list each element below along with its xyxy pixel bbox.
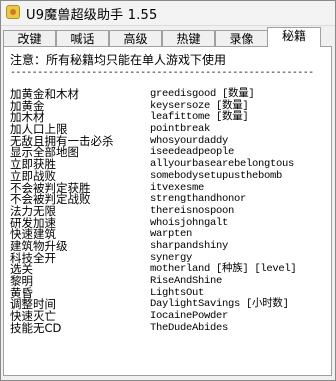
cheat-list: 加黄金和木材 greedisgood [数量] 加黄金 keysersoze [数量… xyxy=(4,88,331,335)
notice-text: 注意：所有秘籍均只能在单人游戏下使用 xyxy=(10,53,227,67)
tab-remap-keys[interactable]: 改键 xyxy=(3,30,56,46)
tab-hotkeys[interactable]: 热键 xyxy=(162,30,215,46)
cheat-name: 技能无CD xyxy=(10,320,62,335)
cheat-code: somebodysetupusthebomb xyxy=(150,169,283,182)
tab-bar: 改键 喊话 高级 热键 录像 秘籍 xyxy=(1,26,335,47)
tab-advanced[interactable]: 高级 xyxy=(109,30,162,46)
tab-cheats[interactable]: 秘籍 xyxy=(267,27,321,47)
cheat-code: pointbreak xyxy=(150,123,211,136)
cheats-panel: 注意：所有秘籍均只能在单人游戏下使用 ---------------------… xyxy=(3,46,332,376)
cheat-code: RiseAndShine xyxy=(150,275,223,287)
list-item: 加黄金和木材 greedisgood [数量] xyxy=(4,88,331,101)
list-item: 黎明 RiseAndShine xyxy=(4,275,331,288)
title-bar[interactable]: U9魔兽超级助手 1.55 xyxy=(1,1,335,26)
tab-replay[interactable]: 录像 xyxy=(215,30,268,46)
tab-chat[interactable]: 喊话 xyxy=(56,30,109,46)
cheat-code: TheDudeAbides xyxy=(150,321,229,334)
cheat-code: greedisgood [数量] xyxy=(150,88,255,100)
cheat-code: sharpandshiny xyxy=(150,239,229,252)
divider-line: ----------------------------------------… xyxy=(10,67,314,78)
list-item: 技能无CD TheDudeAbides xyxy=(4,320,331,335)
app-window: U9魔兽超级助手 1.55 改键 喊话 高级 热键 录像 秘籍 注意：所有秘籍均… xyxy=(0,0,336,381)
cheat-code: thereisnospoon xyxy=(150,204,235,217)
cheat-code: IocainePowder xyxy=(150,310,229,323)
app-icon xyxy=(6,5,20,19)
window-title: U9魔兽超级助手 1.55 xyxy=(26,8,158,23)
